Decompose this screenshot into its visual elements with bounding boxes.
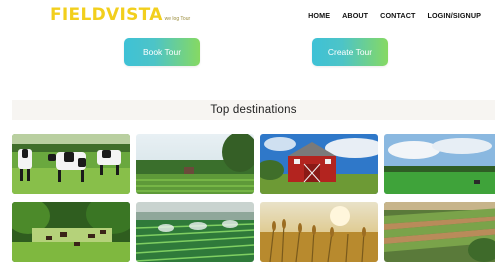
- section-title: Top destinations: [210, 104, 297, 116]
- destination-image-irrigation[interactable]: [136, 202, 254, 262]
- destination-image-red-barn[interactable]: [260, 134, 378, 194]
- logo[interactable]: FIELDVISTA: [50, 6, 163, 24]
- destination-image-cattle-trees[interactable]: [12, 202, 130, 262]
- book-tour-button[interactable]: Book Tour: [124, 38, 200, 66]
- site-header: FIELDVISTA we log Tour HOME ABOUT CONTAC…: [0, 0, 495, 30]
- nav-about[interactable]: ABOUT: [342, 11, 368, 20]
- destinations-header: Top destinations: [12, 100, 495, 120]
- destination-image-wheat[interactable]: [260, 202, 378, 262]
- main-nav: HOME ABOUT CONTACT LOGIN/SIGNUP: [308, 11, 481, 20]
- nav-login-signup[interactable]: LOGIN/SIGNUP: [427, 11, 481, 20]
- destination-image-meadow[interactable]: [384, 134, 495, 194]
- nav-contact[interactable]: CONTACT: [380, 11, 415, 20]
- destination-image-terraces[interactable]: [384, 202, 495, 262]
- destinations-grid: [12, 134, 495, 264]
- destination-image-cows[interactable]: [12, 134, 130, 194]
- nav-home[interactable]: HOME: [308, 11, 330, 20]
- logo-tagline: we log Tour: [164, 16, 191, 22]
- create-tour-button[interactable]: Create Tour: [312, 38, 388, 66]
- brand[interactable]: FIELDVISTA we log Tour: [50, 6, 190, 24]
- destination-image-fields-barn[interactable]: [136, 134, 254, 194]
